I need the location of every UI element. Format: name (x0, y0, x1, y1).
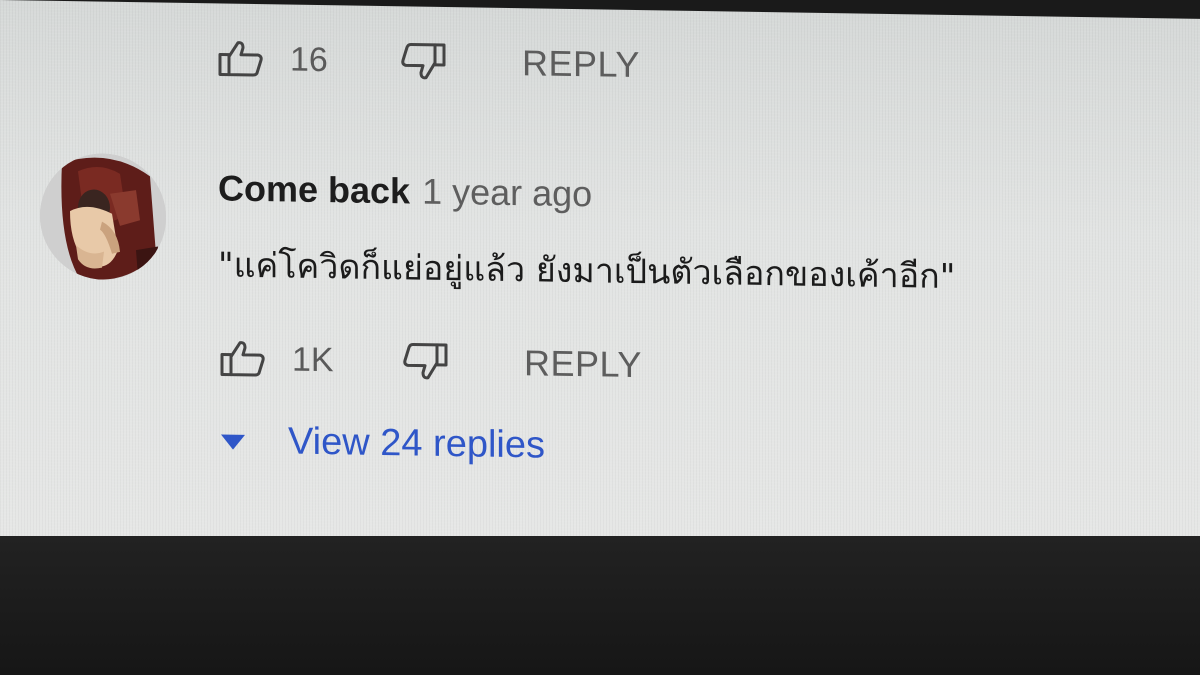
thumbs-down-icon[interactable] (402, 341, 448, 382)
view-replies-button[interactable]: View 24 replies (220, 419, 545, 467)
view-replies-label: View 24 replies (288, 420, 546, 467)
comment-actions: 1K REPLY (220, 337, 642, 386)
previous-comment-actions: 16 REPLY (218, 37, 640, 86)
comment-author[interactable]: Come back (218, 167, 410, 211)
comment-text: "แค่โควิดก็แย่อยู่แล้ว ยังมาเป็นตัวเลือก… (218, 245, 956, 298)
like-count: 1K (292, 340, 334, 379)
comments-panel: 16 REPLY Come back 1 year ago "แค่โควิดก็… (0, 0, 1200, 559)
reply-button[interactable]: REPLY (524, 342, 642, 386)
comment-timestamp[interactable]: 1 year ago (422, 171, 592, 215)
monitor-bezel (0, 536, 1200, 675)
comment-header: Come back 1 year ago (218, 167, 592, 215)
thumbs-up-icon[interactable] (218, 38, 264, 79)
reply-button[interactable]: REPLY (522, 42, 640, 86)
avatar[interactable] (40, 152, 166, 281)
caret-down-icon (221, 433, 245, 450)
thumbs-down-icon[interactable] (400, 41, 446, 82)
thumbs-up-icon[interactable] (220, 338, 266, 379)
like-count: 16 (290, 40, 328, 79)
